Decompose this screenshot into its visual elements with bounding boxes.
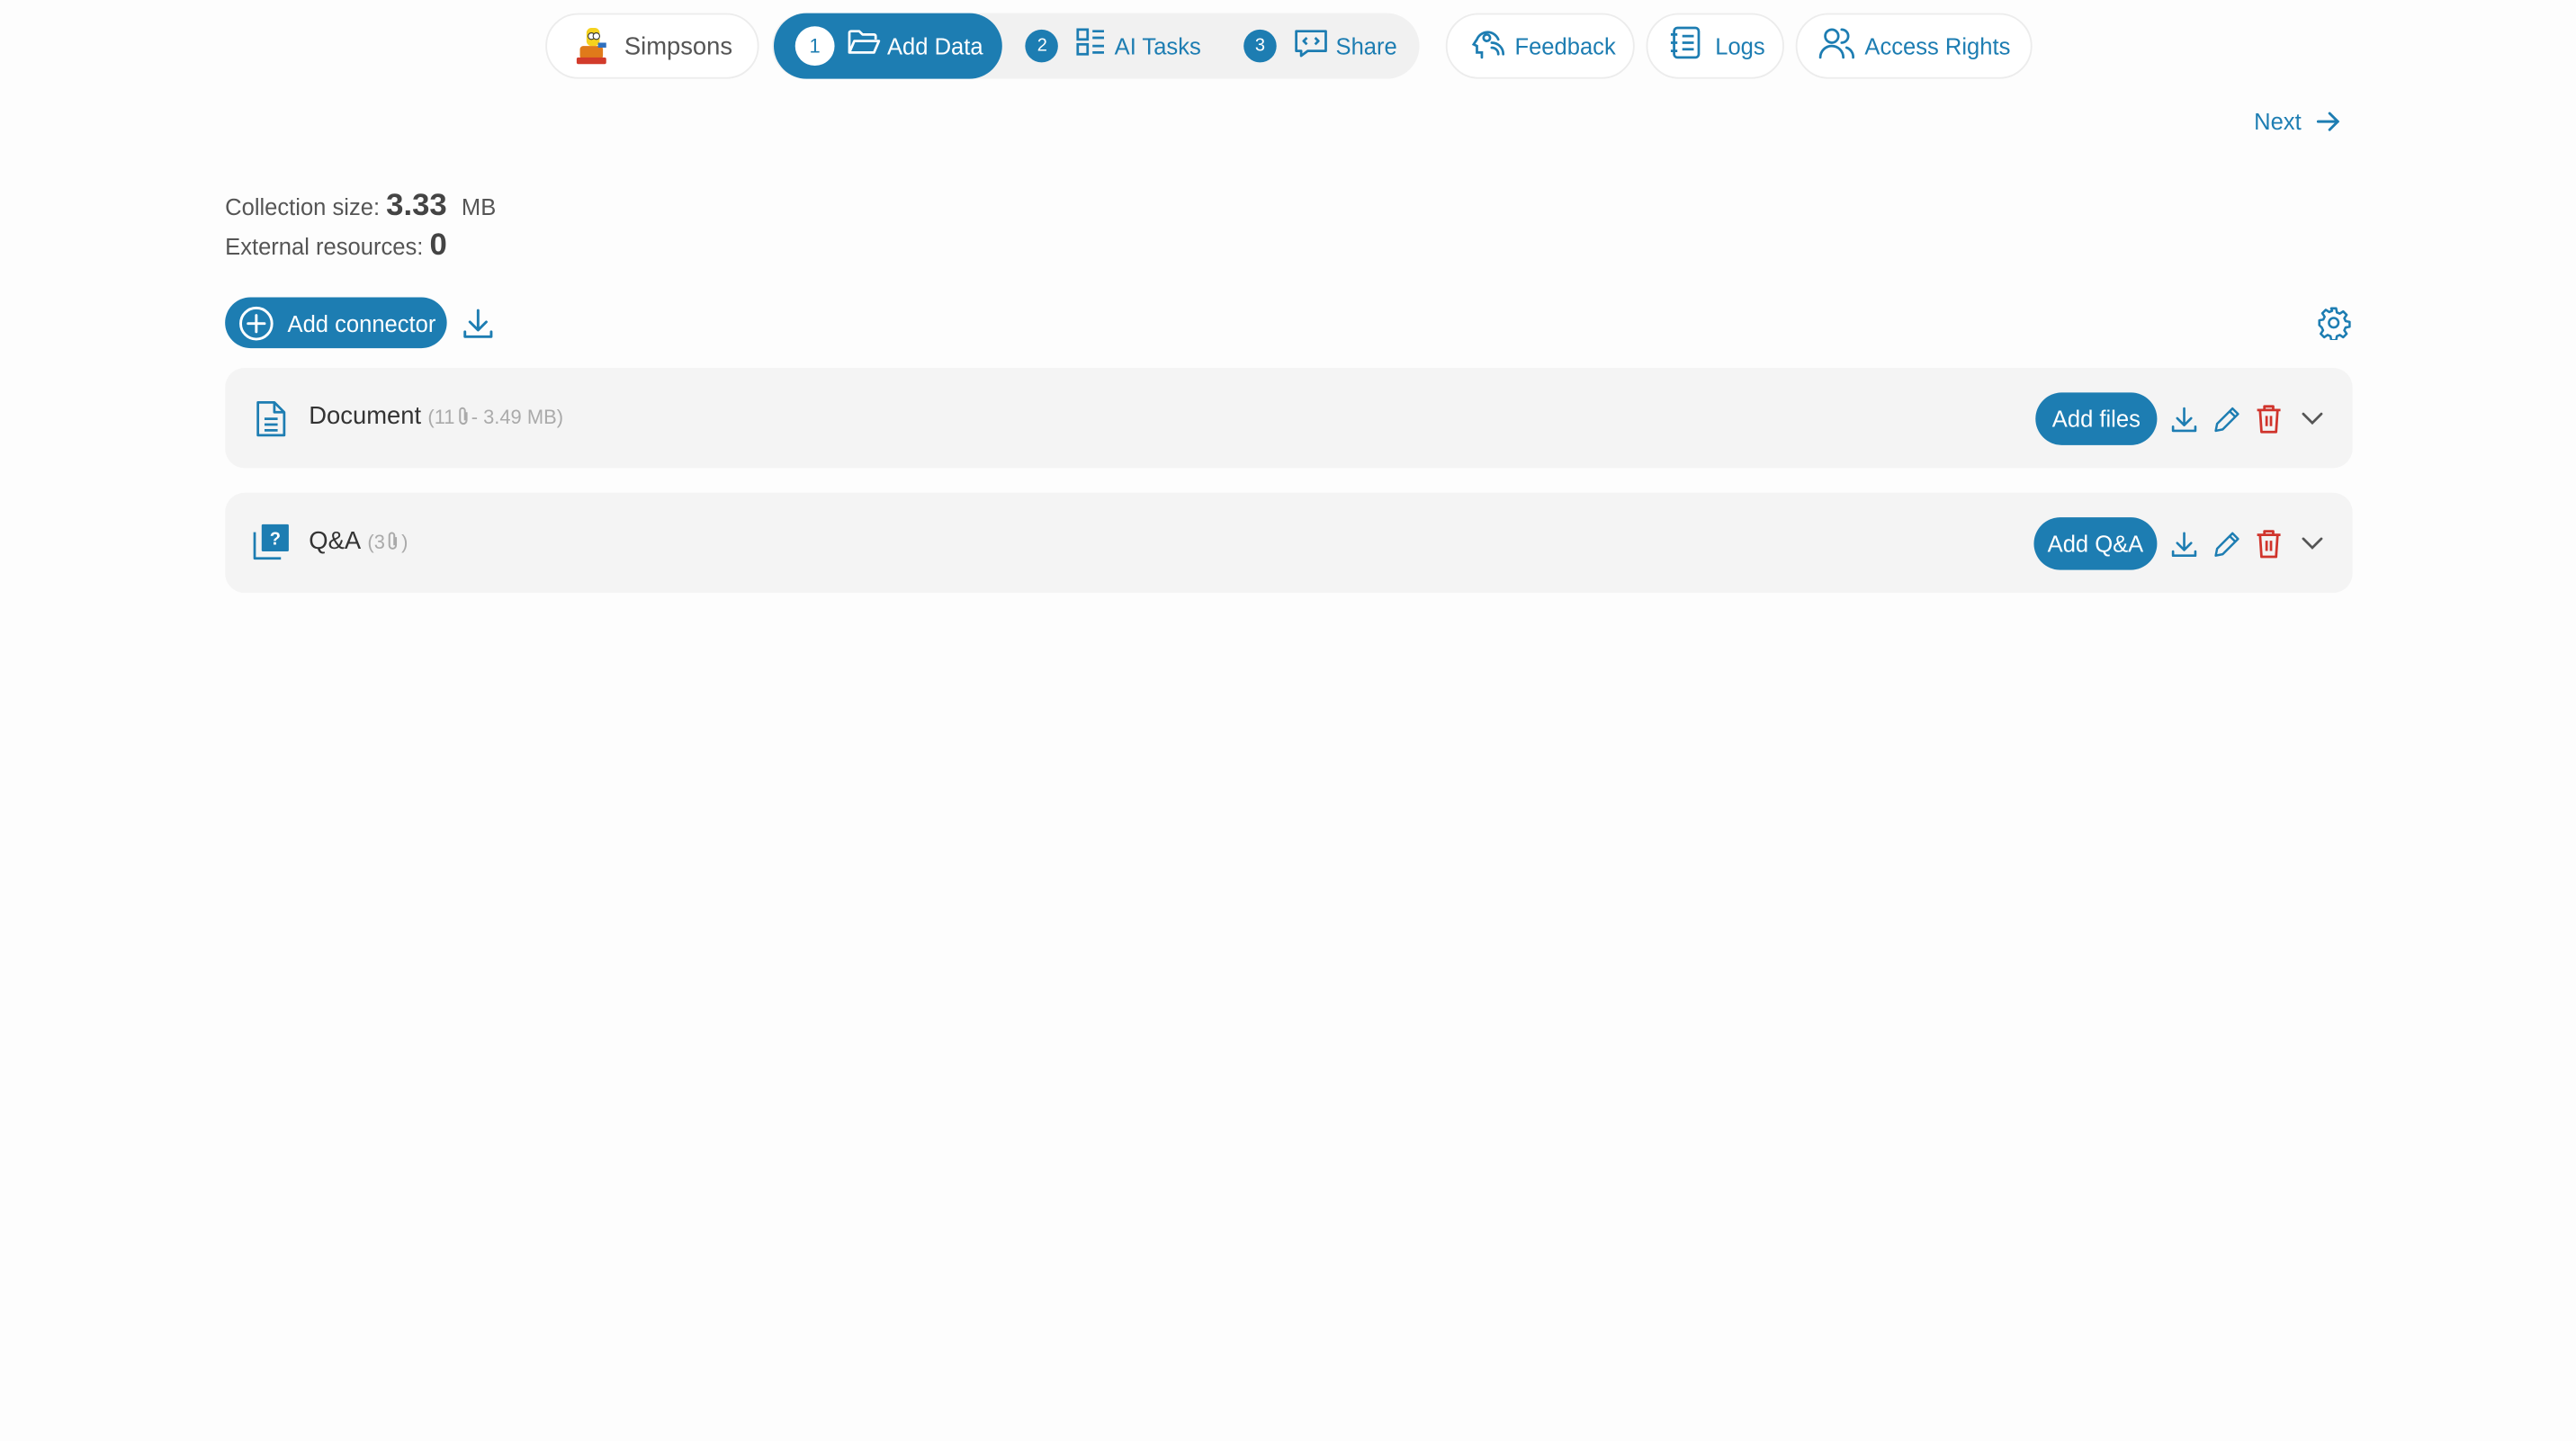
collection-size-value: 3.33 [386,188,447,224]
download-button[interactable] [2167,527,2200,560]
step-label: AI Tasks [1114,32,1201,59]
expand-button[interactable] [2295,402,2329,435]
collection-size-row: Collection size: 3.33 MB [225,187,496,227]
connector-count: (3 [367,529,385,553]
edit-button[interactable] [2210,402,2243,435]
trash-icon [2256,404,2282,434]
arrow-right-icon [2316,110,2339,133]
collection-stats: Collection size: 3.33 MB External resour… [225,187,496,266]
gear-icon [2316,305,2350,340]
wizard-steps: 1 Add Data 2 AI Tasks 3 Share [772,13,1420,79]
edit-button[interactable] [2210,527,2243,560]
tasks-list-icon [1075,25,1108,67]
trash-icon [2256,529,2282,559]
step-ai-tasks[interactable]: 2 AI Tasks [1026,13,1201,79]
add-connector-label: Add connector [287,309,436,336]
download-icon [2169,405,2197,433]
add-files-label: Add files [2051,405,2141,433]
connector-name: Document [309,402,422,431]
logs-notebook-icon [1669,23,1702,67]
chevron-down-icon [2301,412,2322,425]
step-add-data[interactable]: 1 Add Data [773,13,1003,79]
expand-button[interactable] [2295,527,2329,560]
pencil-icon [2212,405,2240,433]
download-icon [462,307,495,340]
feedback-label: Feedback [1514,32,1616,59]
users-icon [1817,23,1856,67]
add-qa-label: Add Q&A [2047,530,2144,557]
connector-title: Q&A (3 ) [309,527,408,555]
collection-name: Simpsons [624,31,733,60]
settings-button[interactable] [2315,304,2351,340]
collection-size-unit: MB [461,193,497,220]
paperclip-icon [456,406,470,427]
connector-card-document[interactable]: Document (11 - 3.49 MB) Add files [225,368,2353,469]
collection-size-label: Collection size: [225,193,381,220]
logs-button[interactable]: Logs [1646,13,1784,79]
plus-circle-icon [238,305,274,341]
app-root: Simpsons 1 Add Data 2 AI Tasks 3 Share F… [0,0,2576,1438]
connector-card-qa[interactable]: ? Q&A (3 ) Add Q&A [225,492,2353,594]
paperclip-icon [387,531,400,552]
add-qa-button[interactable]: Add Q&A [2033,517,2158,570]
download-button[interactable] [2167,402,2200,435]
next-button[interactable]: Next [2254,109,2339,135]
step-label: Share [1335,32,1397,59]
chevron-down-icon [2301,537,2322,550]
step-number: 2 [1026,29,1059,63]
add-connector-button[interactable]: Add connector [225,297,447,349]
step-number: 3 [1243,29,1277,63]
external-resources-label: External resources: [225,233,424,260]
step-label: Add Data [886,32,983,59]
connector-size: - 3.49 MB) [471,405,563,428]
download-all-button[interactable] [460,306,496,342]
connector-meta: (3 ) [367,530,408,553]
delete-button[interactable] [2252,402,2285,435]
step-number: 1 [794,26,835,67]
document-icon [255,399,288,439]
connector-title: Document (11 - 3.49 MB) [309,402,563,430]
folder-open-icon [848,27,881,65]
access-rights-label: Access Rights [1864,32,2011,59]
connector-meta: (11 - 3.49 MB) [427,405,563,428]
download-icon [2169,530,2197,558]
access-rights-button[interactable]: Access Rights [1795,13,2033,79]
share-code-icon [1293,25,1329,67]
feedback-button[interactable]: Feedback [1445,13,1635,79]
simpsons-avatar-icon [571,24,614,67]
feedback-brain-icon [1468,23,1505,67]
external-resources-row: External resources: 0 [225,227,496,266]
connector-size: ) [401,529,408,553]
connector-count: (11 [427,405,455,428]
collection-button[interactable]: Simpsons [545,13,759,79]
external-resources-value: 0 [429,228,447,264]
next-label: Next [2254,108,2302,135]
pencil-icon [2212,530,2240,558]
add-files-button[interactable]: Add files [2035,392,2158,445]
connector-name: Q&A [309,527,362,556]
qa-icon: ? [253,524,289,560]
logs-label: Logs [1715,32,1765,59]
svg-text:?: ? [270,529,281,549]
delete-button[interactable] [2252,527,2285,560]
step-share[interactable]: 3 Share [1243,13,1397,79]
